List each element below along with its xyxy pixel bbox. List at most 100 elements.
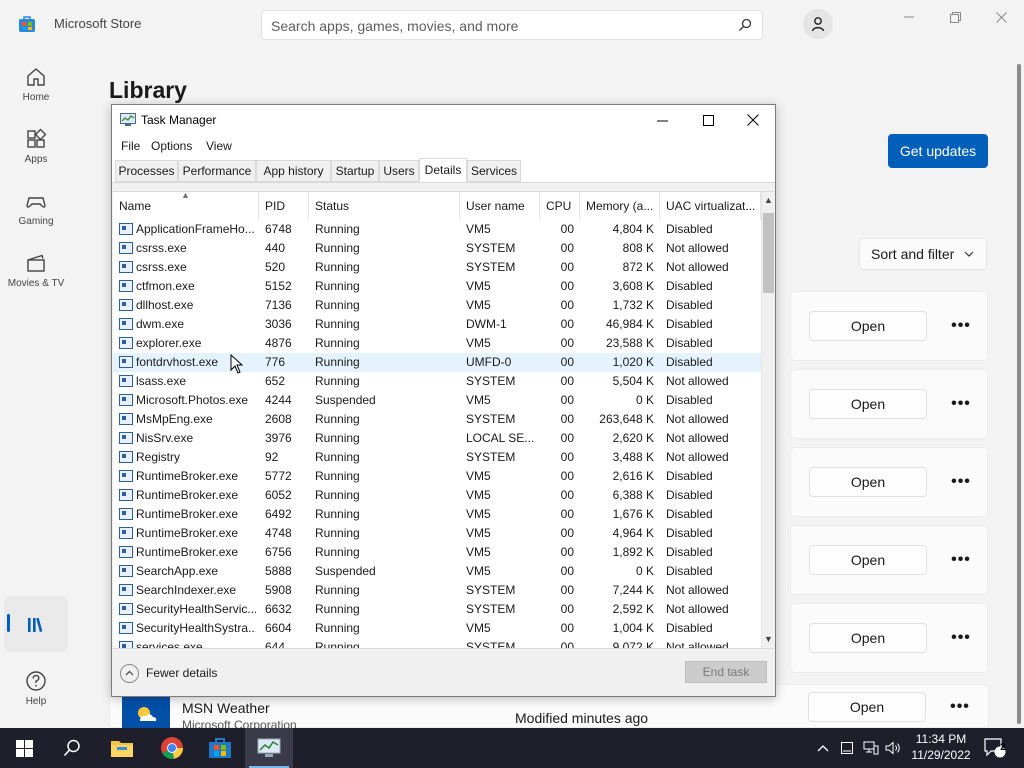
tab-processes[interactable]: Processes xyxy=(115,160,178,182)
taskbar-microsoft-store[interactable] xyxy=(196,728,244,768)
tab-performance[interactable]: Performance xyxy=(178,160,256,182)
table-row[interactable]: fontdrvhost.exe 776 Running UMFD-0 00 1,020 K… xyxy=(113,353,761,372)
cell-user: SYSTEM xyxy=(466,583,516,597)
fewer-details-button[interactable]: Fewer details xyxy=(120,663,217,683)
nav-apps[interactable]: Apps xyxy=(0,118,72,174)
tm-minimize-button[interactable] xyxy=(639,105,685,135)
open-button[interactable]: Open xyxy=(809,311,927,341)
table-row[interactable]: RuntimeBroker.exe 6492 Running VM5 00 1,676 K… xyxy=(113,505,761,524)
table-row[interactable]: ctfmon.exe 5152 Running VM5 00 3,608 K Disable… xyxy=(113,277,761,296)
store-scrollbar[interactable] xyxy=(1017,64,1021,724)
process-icon xyxy=(119,565,133,577)
table-row[interactable]: RuntimeBroker.exe 4748 Running VM5 00 4,964 K… xyxy=(113,524,761,543)
taskbar-chrome[interactable] xyxy=(148,728,196,768)
table-row[interactable]: services.exe 644 Running SYSTEM 00 9,072 K Not… xyxy=(113,638,761,648)
store-search-input[interactable] xyxy=(271,16,731,36)
table-row[interactable]: RuntimeBroker.exe 6052 Running VM5 00 6,388 K… xyxy=(113,486,761,505)
table-row[interactable]: RuntimeBroker.exe 5772 Running VM5 00 2,616 K… xyxy=(113,467,761,486)
open-button[interactable]: Open xyxy=(809,467,927,497)
table-row[interactable]: SecurityHealthServic... 6632 Running SYSTEM… xyxy=(113,600,761,619)
scroll-up-icon[interactable]: ▲ xyxy=(762,192,774,209)
cell-pid: 4244 xyxy=(265,393,292,407)
table-row[interactable]: SearchApp.exe 5888 Suspended VM5 00 0 K Disabl… xyxy=(113,562,761,581)
nav-gaming[interactable]: Gaming xyxy=(0,180,72,236)
tab-app-history[interactable]: App history xyxy=(256,160,331,182)
tray-network-button[interactable] xyxy=(860,728,882,768)
notification-center-button[interactable]: 2 xyxy=(980,728,1010,768)
search-icon[interactable] xyxy=(738,18,752,32)
scroll-thumb[interactable] xyxy=(763,213,774,293)
tab-users[interactable]: Users xyxy=(379,160,419,182)
device-icon xyxy=(841,742,853,754)
table-row[interactable]: lsass.exe 652 Running SYSTEM 00 5,504 K Not al… xyxy=(113,372,761,391)
col-header-name[interactable]: ▲ Name xyxy=(113,192,259,220)
end-task-button[interactable]: End task xyxy=(685,661,767,683)
col-header-uac[interactable]: UAC virtualizat... xyxy=(660,192,761,220)
nav-library[interactable] xyxy=(4,596,68,652)
get-updates-button[interactable]: Get updates xyxy=(888,134,988,168)
more-options-button[interactable]: ••• xyxy=(947,468,975,496)
menu-options[interactable]: Options xyxy=(151,139,192,153)
table-row[interactable]: ApplicationFrameHo... 6748 Running VM5 00 4,8… xyxy=(113,220,761,239)
store-restore-button[interactable] xyxy=(932,6,978,28)
table-row[interactable]: csrss.exe 440 Running SYSTEM 00 808 K Not allo… xyxy=(113,239,761,258)
tab-startup[interactable]: Startup xyxy=(331,160,379,182)
more-options-button[interactable]: ••• xyxy=(947,390,975,418)
taskbar-clock[interactable]: 11:34 PM 11/29/2022 xyxy=(906,731,976,763)
table-row[interactable]: Microsoft.Photos.exe 4244 Suspended VM5 00 0 … xyxy=(113,391,761,410)
store-search-box[interactable] xyxy=(261,10,763,40)
more-options-button[interactable]: ••• xyxy=(947,546,975,574)
table-row[interactable]: SearchIndexer.exe 5908 Running SYSTEM 00 7,24… xyxy=(113,581,761,600)
tray-volume-button[interactable] xyxy=(882,728,904,768)
nav-help[interactable]: Help xyxy=(0,660,72,716)
tm-close-button[interactable] xyxy=(730,105,776,135)
taskbar-search-button[interactable] xyxy=(48,728,96,768)
tab-details[interactable]: Details xyxy=(419,158,467,182)
table-row[interactable]: SecurityHealthSystra... 6604 Running VM5 00 1… xyxy=(113,619,761,638)
open-button[interactable]: Open xyxy=(808,692,926,722)
account-button[interactable] xyxy=(803,9,833,39)
tray-device-button[interactable] xyxy=(836,728,858,768)
grid-vertical-scrollbar[interactable]: ▲ ▼ xyxy=(761,192,774,648)
table-row[interactable]: NisSrv.exe 3976 Running LOCAL SE... 00 2,620 … xyxy=(113,429,761,448)
open-button[interactable]: Open xyxy=(809,545,927,575)
process-details-grid: ▲ Name PID Status User name CPU Memory (… xyxy=(113,191,774,649)
cell-status: Running xyxy=(315,469,360,483)
table-row[interactable]: RuntimeBroker.exe 6756 Running VM5 00 1,892 K… xyxy=(113,543,761,562)
table-row[interactable]: MsMpEng.exe 2608 Running SYSTEM 00 263,648 K N… xyxy=(113,410,761,429)
menu-view[interactable]: View xyxy=(206,139,232,153)
table-row[interactable]: dllhost.exe 7136 Running VM5 00 1,732 K Disabl… xyxy=(113,296,761,315)
col-header-cpu[interactable]: CPU xyxy=(540,192,580,220)
task-manager-titlebar[interactable]: Task Manager xyxy=(112,105,775,135)
col-header-user[interactable]: User name xyxy=(460,192,540,220)
nav-home[interactable]: Home xyxy=(0,56,72,112)
open-button[interactable]: Open xyxy=(809,389,927,419)
scroll-down-icon[interactable]: ▼ xyxy=(762,631,774,648)
col-header-memory[interactable]: Memory (a... xyxy=(580,192,660,220)
nav-movies-tv[interactable]: Movies & TV xyxy=(0,242,72,298)
sort-filter-dropdown[interactable]: Sort and filter xyxy=(859,238,987,270)
col-header-pid[interactable]: PID xyxy=(259,192,309,220)
more-options-button[interactable]: ••• xyxy=(946,693,974,721)
table-row[interactable]: csrss.exe 520 Running SYSTEM 00 872 K Not allo… xyxy=(113,258,761,277)
cell-status: Running xyxy=(315,222,360,236)
show-hidden-icons-button[interactable] xyxy=(812,728,834,768)
more-options-button[interactable]: ••• xyxy=(947,312,975,340)
cell-pid: 6632 xyxy=(265,602,292,616)
cell-cpu: 00 xyxy=(560,431,574,445)
store-minimize-button[interactable] xyxy=(886,6,932,28)
menu-file[interactable]: File xyxy=(121,139,140,153)
open-button[interactable]: Open xyxy=(809,623,927,653)
taskbar-file-explorer[interactable] xyxy=(98,728,146,768)
cell-uac: Disabled xyxy=(666,526,713,540)
table-row[interactable]: dwm.exe 3036 Running DWM-1 00 46,984 K Disable… xyxy=(113,315,761,334)
more-options-button[interactable]: ••• xyxy=(947,624,975,652)
start-button[interactable] xyxy=(0,728,48,768)
tab-services[interactable]: Services xyxy=(467,160,521,182)
taskbar-task-manager[interactable] xyxy=(245,728,293,768)
table-row[interactable]: Registry 92 Running SYSTEM 00 3,488 K Not allo… xyxy=(113,448,761,467)
tm-maximize-button[interactable] xyxy=(685,105,731,135)
store-close-button[interactable] xyxy=(978,6,1024,28)
col-header-status[interactable]: Status xyxy=(309,192,460,220)
table-row[interactable]: explorer.exe 4876 Running VM5 00 23,588 K Disa… xyxy=(113,334,761,353)
